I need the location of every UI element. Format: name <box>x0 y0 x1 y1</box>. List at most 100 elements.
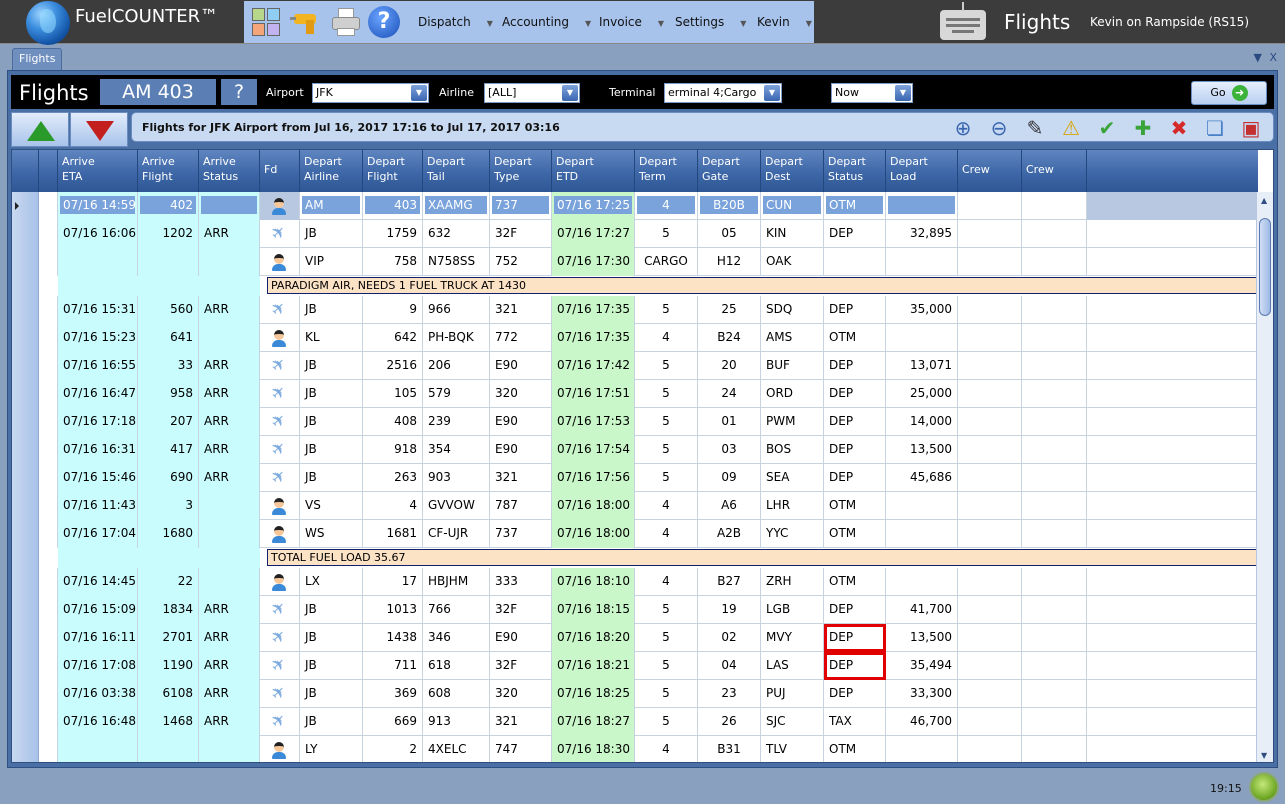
cell-depart-status[interactable]: DEP <box>824 464 886 492</box>
cell-crew-2[interactable] <box>1022 352 1087 380</box>
cell-depart-type[interactable]: E90 <box>490 408 552 436</box>
cell-fd[interactable] <box>260 324 300 352</box>
cell-depart-load[interactable]: 45,686 <box>886 464 958 492</box>
cell-arrive-eta[interactable]: 07/16 16:48 <box>58 708 138 736</box>
cell-crew-1[interactable] <box>958 436 1022 464</box>
cell-depart-tail[interactable]: 206 <box>423 352 490 380</box>
cell-depart-term[interactable]: 5 <box>635 680 698 708</box>
cell-depart-dest[interactable]: BOS <box>761 436 824 464</box>
cell-depart-gate[interactable]: 25 <box>698 296 761 324</box>
cell-fd[interactable]: ✈ <box>260 596 300 624</box>
cell-depart-gate[interactable]: B31 <box>698 736 761 762</box>
cell-arrive-flight[interactable]: 3 <box>138 492 199 520</box>
cell-depart-status[interactable]: DEP <box>824 408 886 436</box>
cell-depart-status[interactable]: DEP <box>824 380 886 408</box>
cell-arrive-status[interactable] <box>199 192 260 220</box>
cell-arrive-eta[interactable]: 07/16 03:38 <box>58 680 138 708</box>
cell-depart-type[interactable]: 737 <box>490 520 552 548</box>
cell-depart-term[interactable]: 5 <box>635 596 698 624</box>
cell-arrive-flight[interactable]: 207 <box>138 408 199 436</box>
cell-arrive-status[interactable]: ARR <box>199 596 260 624</box>
cell-depart-term[interactable]: 4 <box>635 568 698 596</box>
cell-depart-status[interactable]: OTM <box>824 568 886 596</box>
cell-depart-load[interactable]: 13,500 <box>886 624 958 652</box>
flight-lookup-button[interactable]: ? <box>221 79 257 105</box>
row-selector[interactable] <box>12 680 39 708</box>
cell-depart-term[interactable]: 5 <box>635 352 698 380</box>
cell-crew-2[interactable] <box>1022 192 1087 220</box>
cell-arrive-flight[interactable]: 1190 <box>138 652 199 680</box>
cell-depart-gate[interactable]: 20 <box>698 352 761 380</box>
cell-depart-flight[interactable]: 17 <box>363 568 423 596</box>
cell-arrive-eta[interactable]: 07/16 15:31 <box>58 296 138 324</box>
cell-depart-load[interactable]: 46,700 <box>886 708 958 736</box>
flight-row[interactable]: 07/16 16:11 2701 ARR ✈ JB 1438 346 E90 07/16 18:… <box>12 624 1258 652</box>
cell-depart-tail[interactable]: 632 <box>423 220 490 248</box>
cell-depart-flight[interactable]: 263 <box>363 464 423 492</box>
cell-depart-term[interactable]: 5 <box>635 436 698 464</box>
row-selector[interactable] <box>12 436 39 464</box>
row-selector[interactable] <box>12 652 39 680</box>
cell-fd[interactable]: ✈ <box>260 624 300 652</box>
flight-row[interactable]: 07/16 16:06 1202 ARR ✈ JB 1759 632 32F 07/16 17:… <box>12 220 1258 248</box>
cell-depart-dest[interactable]: YYC <box>761 520 824 548</box>
cell-arrive-status[interactable]: ARR <box>199 464 260 492</box>
cell-fd[interactable] <box>260 248 300 276</box>
cell-depart-gate[interactable]: A6 <box>698 492 761 520</box>
cell-crew-2[interactable] <box>1022 492 1087 520</box>
cell-depart-tail[interactable]: 766 <box>423 596 490 624</box>
cell-depart-airline[interactable]: JB <box>300 596 363 624</box>
cell-depart-tail[interactable]: 346 <box>423 624 490 652</box>
column-header-depart-status[interactable]: Depart Status <box>824 150 886 192</box>
cell-arrive-status[interactable]: ARR <box>199 380 260 408</box>
flight-row[interactable]: 07/16 14:45 22 LX 17 HBJHM 333 07/16 18:10 4 B27… <box>12 568 1258 596</box>
cell-crew-1[interactable] <box>958 652 1022 680</box>
airport-select[interactable]: JFK ▼ <box>312 83 429 103</box>
cell-arrive-eta[interactable]: 07/16 15:46 <box>58 464 138 492</box>
cell-depart-airline[interactable]: KL <box>300 324 363 352</box>
cell-depart-type[interactable]: 320 <box>490 680 552 708</box>
flight-row-selected[interactable]: 07/16 14:59 402 AM 403 XAAMG 737 07/16 17:25 4… <box>12 192 1258 220</box>
cell-depart-dest[interactable]: ORD <box>761 380 824 408</box>
cell-depart-gate[interactable]: 05 <box>698 220 761 248</box>
cell-depart-load[interactable] <box>886 736 958 762</box>
cell-depart-dest[interactable]: PUJ <box>761 680 824 708</box>
cell-depart-gate[interactable]: 24 <box>698 380 761 408</box>
cell-depart-status[interactable]: OTM <box>824 324 886 352</box>
column-header-depart-term[interactable]: Depart Term <box>635 150 698 192</box>
cell-arrive-flight[interactable]: 958 <box>138 380 199 408</box>
cell-crew-1[interactable] <box>958 296 1022 324</box>
cell-arrive-status[interactable]: ARR <box>199 708 260 736</box>
cell-depart-type[interactable]: 752 <box>490 248 552 276</box>
cell-depart-dest[interactable]: SDQ <box>761 296 824 324</box>
cell-depart-term[interactable]: CARGO <box>635 248 698 276</box>
column-header-depart-flight[interactable]: Depart Flight <box>363 150 423 192</box>
tab-menu-icon[interactable]: ▼ <box>1253 51 1261 64</box>
cell-depart-airline[interactable]: JB <box>300 624 363 652</box>
cell-fd[interactable]: ✈ <box>260 708 300 736</box>
cell-depart-tail[interactable]: N758SS <box>423 248 490 276</box>
cell-depart-dest[interactable]: PWM <box>761 408 824 436</box>
cell-depart-etd[interactable]: 07/16 18:30 <box>552 736 635 762</box>
cell-depart-etd[interactable]: 07/16 17:42 <box>552 352 635 380</box>
cell-arrive-flight[interactable]: 1468 <box>138 708 199 736</box>
cell-depart-status[interactable]: OTM <box>824 492 886 520</box>
cell-depart-status[interactable]: DEP <box>824 296 886 324</box>
warning-icon[interactable]: ⚠ <box>1060 117 1082 139</box>
cell-depart-load[interactable]: 35,000 <box>886 296 958 324</box>
cell-crew-1[interactable] <box>958 624 1022 652</box>
flight-row[interactable]: 07/16 17:18 207 ARR ✈ JB 408 239 E90 07/16 17:53… <box>12 408 1258 436</box>
cell-depart-gate[interactable]: 01 <box>698 408 761 436</box>
module-grid-icon[interactable] <box>250 6 282 38</box>
cell-arrive-eta[interactable]: 07/16 16:31 <box>58 436 138 464</box>
row-selector[interactable] <box>12 548 39 568</box>
flight-row[interactable]: 07/16 16:55 33 ARR ✈ JB 2516 206 E90 07/16 17:42… <box>12 352 1258 380</box>
column-header-crew-1[interactable]: Crew <box>958 150 1022 192</box>
column-header-depart-gate[interactable]: Depart Gate <box>698 150 761 192</box>
zoom-out-icon[interactable]: ⊖ <box>988 117 1010 139</box>
cell-depart-etd[interactable]: 07/16 17:35 <box>552 296 635 324</box>
cell-arrive-eta[interactable] <box>58 248 138 276</box>
cell-arrive-status[interactable]: ARR <box>199 352 260 380</box>
drill-icon[interactable] <box>290 6 322 38</box>
cell-depart-status[interactable]: DEP <box>824 352 886 380</box>
